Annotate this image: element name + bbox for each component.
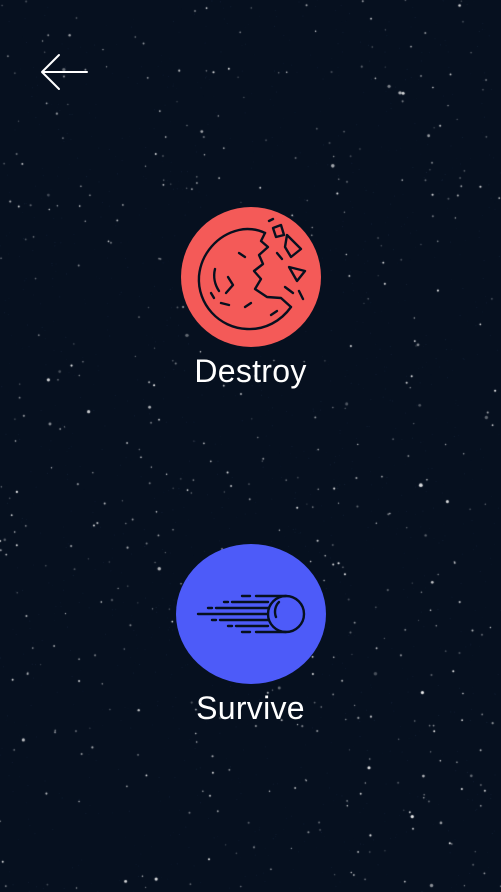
cracked-planet-icon — [197, 217, 306, 331]
survive-label: Survive — [196, 690, 305, 726]
comet-icon — [196, 594, 305, 634]
survive-icon-circle — [175, 544, 326, 684]
destroy-mode-button[interactable]: Destroy — [0, 207, 501, 390]
destroy-label: Destroy — [194, 353, 307, 389]
starfield-background — [0, 0, 501, 892]
survive-mode-button[interactable]: Survive — [0, 544, 501, 727]
back-button[interactable] — [32, 46, 96, 98]
destroy-icon-circle — [180, 207, 321, 347]
arrow-left-icon — [41, 54, 88, 90]
